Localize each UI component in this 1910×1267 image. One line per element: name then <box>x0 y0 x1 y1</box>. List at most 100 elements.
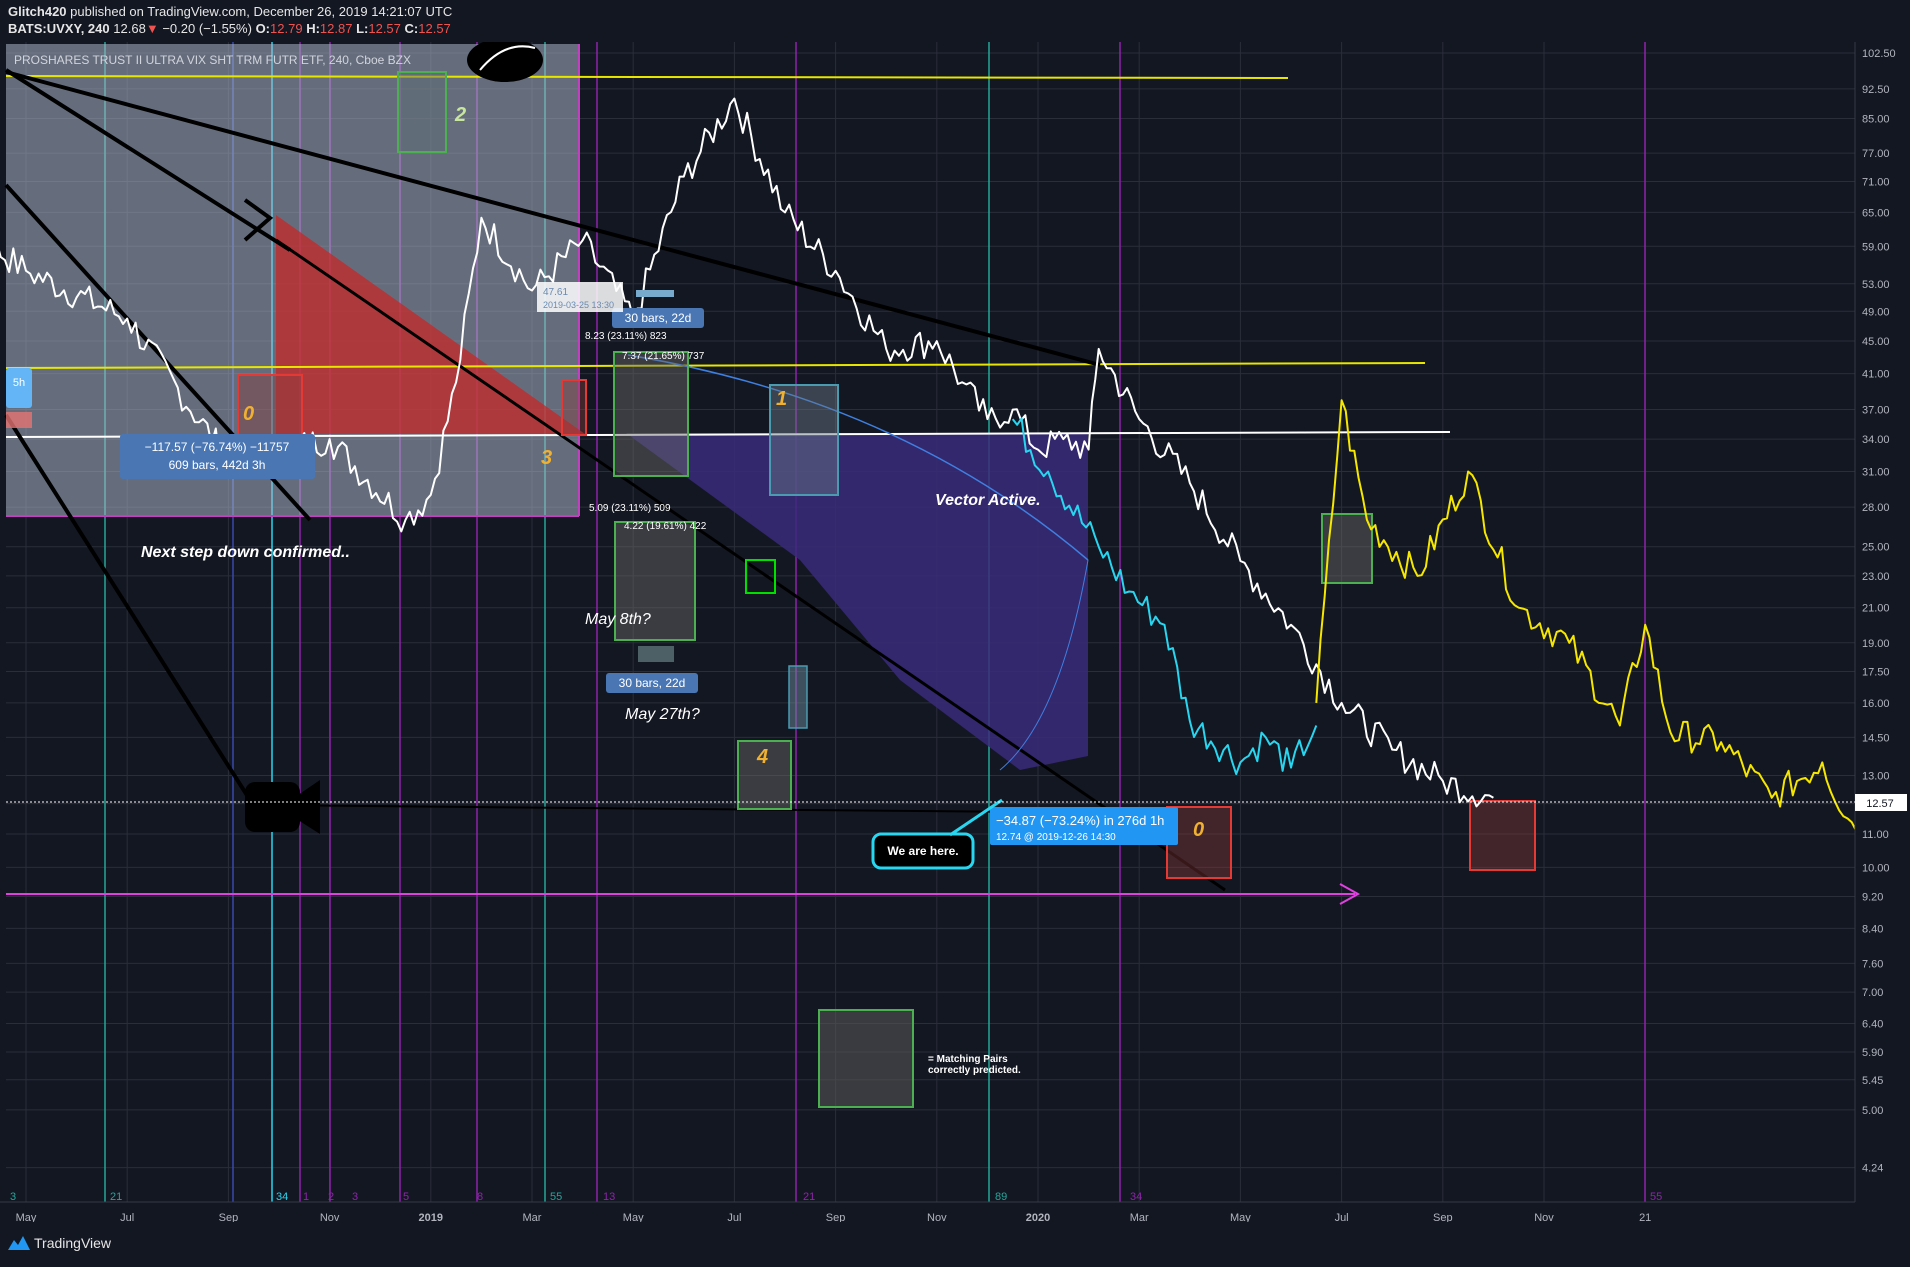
open-label: O: <box>255 21 271 36</box>
price-tick: 7.60 <box>1862 958 1883 970</box>
price-tick: 92.50 <box>1862 84 1890 96</box>
price-tick: 11.00 <box>1862 829 1889 841</box>
time-tick: Sep <box>826 1212 846 1222</box>
side-badge-text: 5h <box>13 377 25 389</box>
small-marker <box>636 290 674 297</box>
price-tick: 37.00 <box>1862 405 1890 417</box>
symbol-label[interactable]: BATS:UVXY, 240 <box>8 21 110 36</box>
price-tick: 85.00 <box>1862 114 1890 126</box>
price-tick: 45.00 <box>1862 336 1890 348</box>
time-tick: Sep <box>1433 1212 1453 1222</box>
time-tick: 21 <box>1639 1212 1651 1222</box>
price-tick: 23.00 <box>1862 571 1890 583</box>
time-tick: Jul <box>727 1212 741 1222</box>
price-tick: 21.00 <box>1862 603 1890 615</box>
time-tick: May <box>1230 1212 1251 1222</box>
price-tick: 16.00 <box>1862 698 1890 710</box>
legend-box[interactable] <box>818 1009 914 1108</box>
author-name[interactable]: Glitch420 <box>8 4 67 19</box>
box-wave-2[interactable] <box>397 71 447 153</box>
price-tick: 9.20 <box>1862 892 1883 904</box>
legend-note: = Matching Pairs correctly predicted. <box>928 1054 1021 1076</box>
price-tick: 71.00 <box>1862 176 1890 188</box>
side-badge-red <box>6 412 32 428</box>
price-tick: 8.40 <box>1862 923 1883 935</box>
vector-active-text: Vector Active. <box>935 492 1041 509</box>
price-tick: 17.50 <box>1862 667 1890 679</box>
price-tick: 5.90 <box>1862 1047 1883 1059</box>
footer: TradingView <box>0 1222 1910 1267</box>
price-tick: 7.00 <box>1862 987 1883 999</box>
time-tick: Nov <box>927 1212 947 1222</box>
box-green-a[interactable] <box>613 351 689 477</box>
price-tick: 10.00 <box>1862 862 1890 874</box>
wave-label-3: 3 <box>541 447 552 469</box>
price-tick: 4.24 <box>1862 1163 1883 1175</box>
ohlc-line: BATS:UVXY, 240 12.68▼ −0.20 (−1.55%) O:1… <box>8 21 451 36</box>
time-tick: 2020 <box>1026 1212 1050 1222</box>
current-change: −34.87 (−73.24%) in 276d 1h <box>996 813 1164 828</box>
box-green-future[interactable] <box>1321 513 1373 584</box>
price-chart[interactable]: −117.57 (−76.74%) −11757 609 bars, 442d … <box>0 42 1910 1222</box>
box-wave-3[interactable] <box>561 379 587 436</box>
time-axis[interactable]: May Jul Sep Nov 2019 Mar May Jul Sep Nov 2020 Mar Ma… <box>0 1201 1855 1222</box>
time-tick: 2019 <box>419 1212 443 1222</box>
chart-title: PROSHARES TRUST II ULTRA VIX SHT TRM FUT… <box>14 53 411 67</box>
fib-label: 34 <box>276 1191 288 1203</box>
time-tick-labels: May Jul Sep Nov 2019 Mar May Jul Sep Nov 2020 Mar Ma… <box>16 1212 1652 1222</box>
fib-label: 55 <box>550 1191 562 1203</box>
time-tick: Jul <box>120 1212 134 1222</box>
close-value: 12.57 <box>418 21 451 36</box>
price-tick: 28.00 <box>1862 502 1890 514</box>
measure-change: −117.57 (−76.74%) −11757 <box>145 440 290 454</box>
box-small-a[interactable] <box>638 646 674 662</box>
box-small-c[interactable] <box>788 665 808 729</box>
fib-label: 3 <box>352 1191 358 1203</box>
price-tick: 102.50 <box>1862 48 1896 60</box>
publish-line: Glitch420 published on TradingView.com, … <box>8 4 452 19</box>
down-arrow-icon: ▼ <box>145 21 159 36</box>
measure-737: 7.37 (21.65%) 737 <box>622 351 705 362</box>
price-tick: 5.45 <box>1862 1075 1883 1087</box>
tradingview-logo-icon[interactable] <box>8 1236 30 1250</box>
high-label: H: <box>306 21 320 36</box>
published-text: published on TradingView.com, December 2… <box>70 4 453 19</box>
price-tick: 59.00 <box>1862 241 1890 253</box>
tradingview-brand[interactable]: TradingView <box>34 1235 111 1251</box>
open-value: 12.79 <box>270 21 303 36</box>
fib-label: 55 <box>1650 1191 1662 1203</box>
box-red-future[interactable] <box>1469 800 1536 871</box>
high-value: 12.87 <box>319 21 353 36</box>
we-are-here-text: We are here. <box>887 844 958 858</box>
bars-label-b: 30 bars, 22d <box>619 676 686 690</box>
wave-label-0-left: 0 <box>243 403 254 425</box>
wave-label-2: 2 <box>454 104 466 126</box>
current-price-tag-text: 12.57 <box>1866 798 1894 810</box>
fib-label: 34 <box>1130 1191 1142 1203</box>
measure-bars: 609 bars, 442d 3h <box>169 458 266 472</box>
time-tick: Sep <box>219 1212 239 1222</box>
price-tick: 19.00 <box>1862 638 1890 650</box>
close-label: C: <box>404 21 419 36</box>
may-27th-text: May 27th? <box>625 706 700 723</box>
wave-label-0-right: 0 <box>1193 819 1204 841</box>
fib-label: 1 <box>303 1191 309 1203</box>
measure-509: 5.09 (23.11%) 509 <box>589 503 671 514</box>
price-tick: 14.50 <box>1862 732 1890 744</box>
price-tick: 65.00 <box>1862 207 1890 219</box>
wave-label-1: 1 <box>776 388 787 410</box>
price-tick: 6.40 <box>1862 1019 1883 1031</box>
price-tick: 31.00 <box>1862 466 1890 478</box>
fib-label: 8 <box>477 1191 483 1203</box>
time-tick: Mar <box>523 1212 542 1222</box>
price-tick: 77.00 <box>1862 148 1890 160</box>
price-note-date: 2019-03-25 13:30 <box>543 300 614 310</box>
price-tick: 53.00 <box>1862 279 1890 291</box>
price-tick: 13.00 <box>1862 771 1890 783</box>
fib-label: 3 <box>10 1191 16 1203</box>
price-tick: 49.00 <box>1862 306 1890 318</box>
measure-823: 8.23 (23.11%) 823 <box>585 331 667 342</box>
low-value: 12.57 <box>368 21 401 36</box>
time-tick: Jul <box>1335 1212 1349 1222</box>
time-tick: May <box>16 1212 37 1222</box>
